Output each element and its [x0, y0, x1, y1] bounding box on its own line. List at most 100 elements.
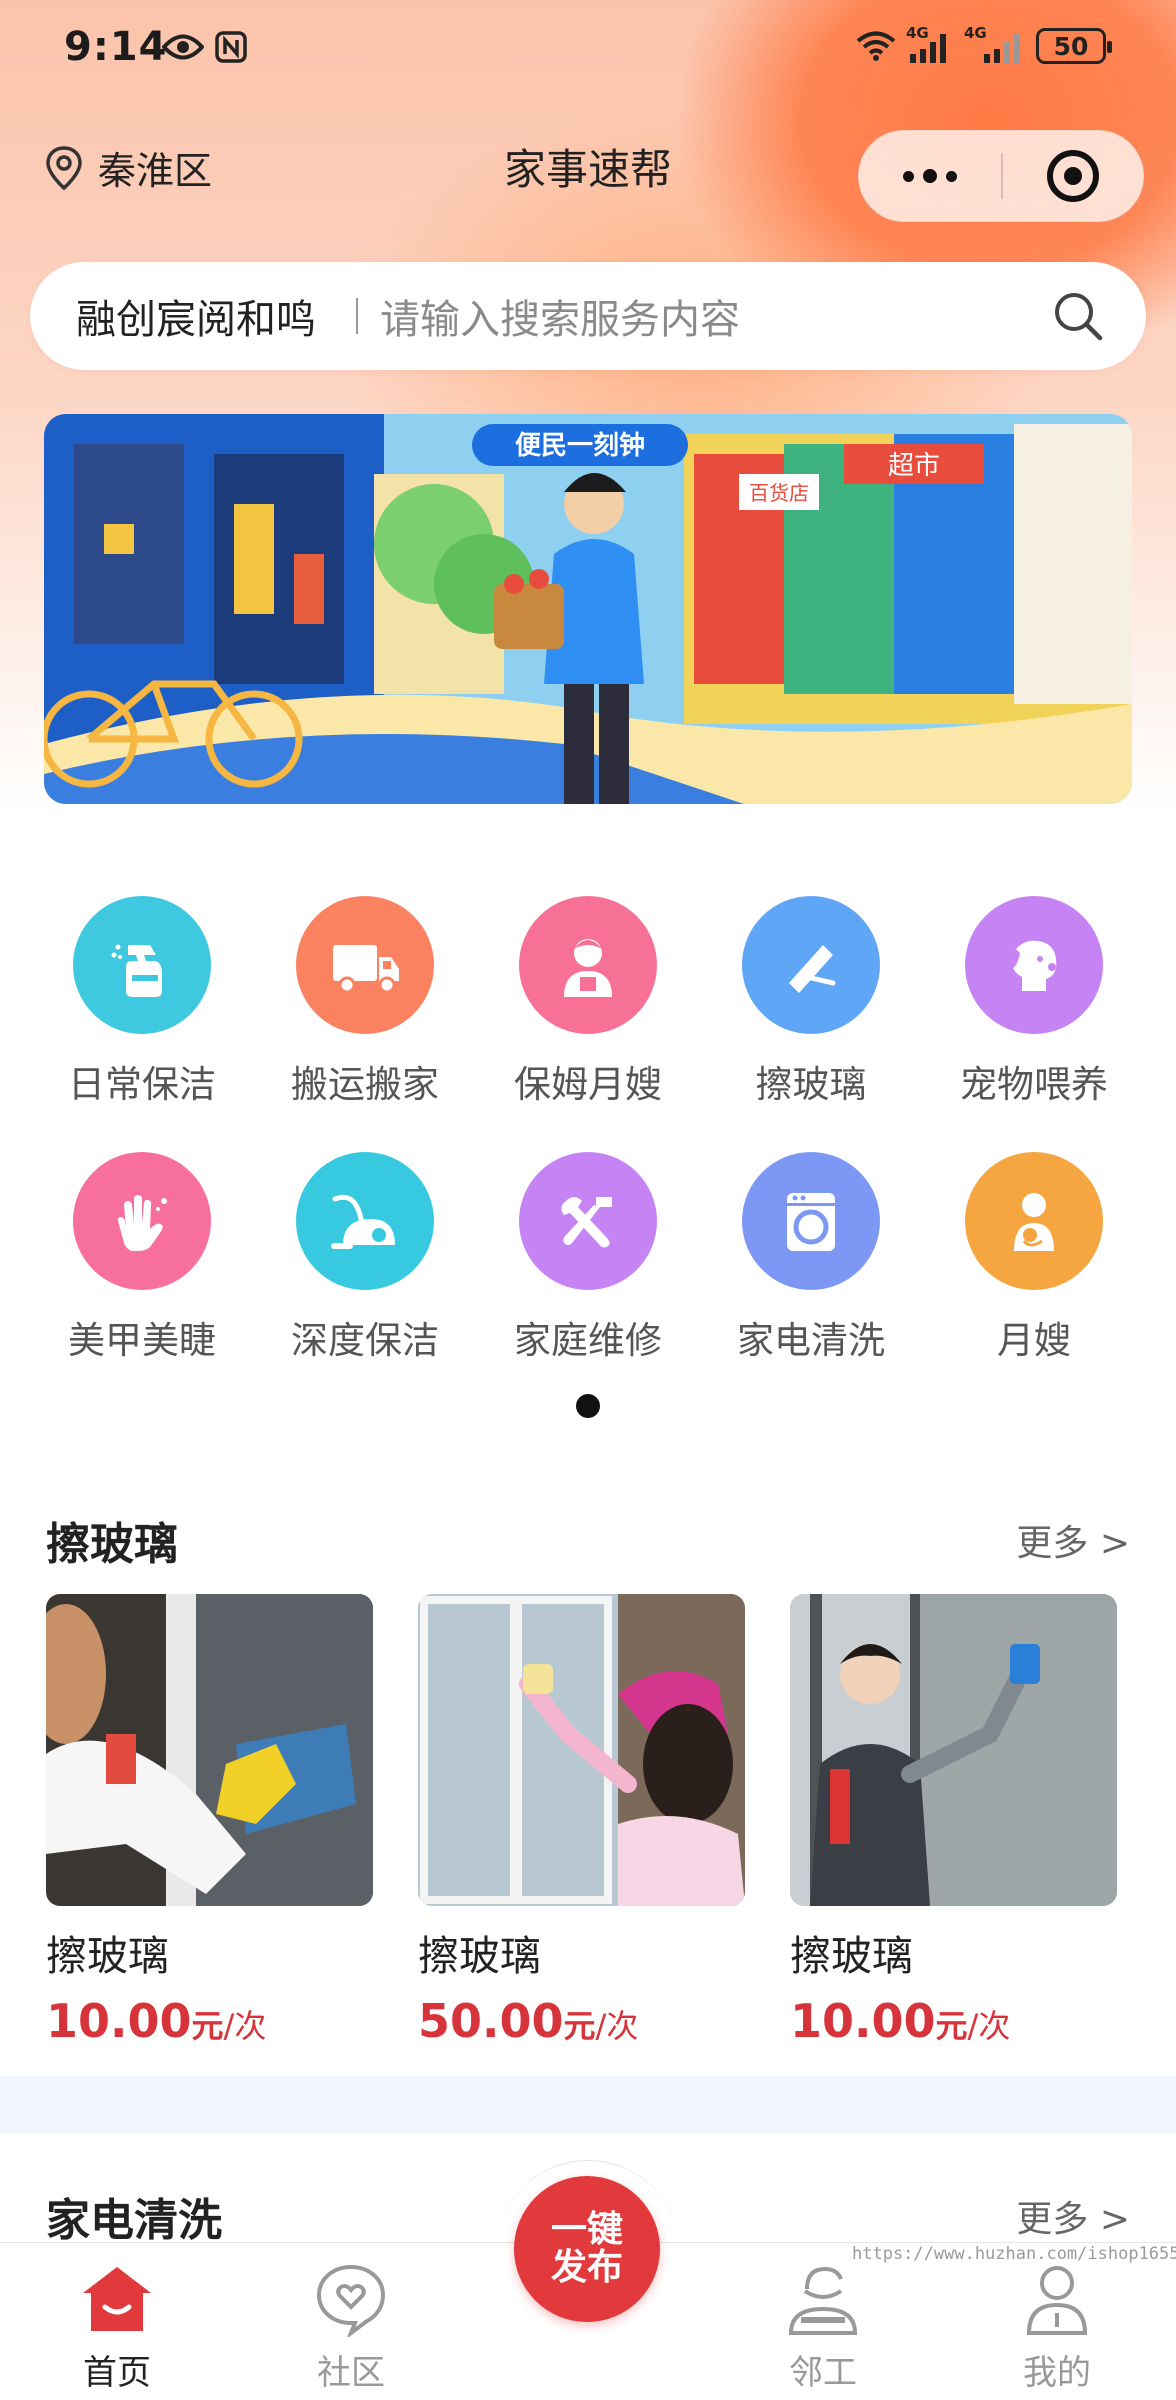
community-selector[interactable]: 融创宸阅和鸣	[76, 287, 316, 345]
tab-community[interactable]: 社区	[256, 2243, 446, 2400]
product-name: 擦玻璃	[418, 1932, 541, 1980]
location-selector[interactable]: 秦淮区	[44, 140, 212, 195]
truck-icon	[296, 896, 434, 1034]
product-card[interactable]: 擦玻璃 10.00 元 /次	[46, 1594, 373, 2048]
publish-label-line1: 一键	[550, 2209, 623, 2251]
squeegee-icon	[742, 896, 880, 1034]
product-card[interactable]: 擦玻璃 10.00 元 /次	[790, 1594, 1117, 2048]
product-image	[418, 1594, 745, 1906]
tab-mine[interactable]: 我的	[962, 2243, 1152, 2400]
eye-icon	[162, 34, 204, 60]
signal-icon-2: 4G	[964, 24, 1026, 64]
tab-label: 社区	[317, 2353, 385, 2393]
price-value: 50.00	[418, 1994, 564, 2048]
location-pin-icon	[46, 145, 82, 190]
category-deep-cleaning[interactable]: 深度保洁	[254, 1152, 476, 1364]
category-label: 日常保洁	[68, 1063, 216, 1106]
section-more-link[interactable]: 更多 >	[1016, 1514, 1130, 1566]
price-value: 10.00	[790, 1994, 936, 2048]
category-label: 保姆月嫂	[514, 1063, 662, 1106]
category-pet-feeding[interactable]: 宠物喂养	[923, 896, 1145, 1108]
category-window-cleaning[interactable]: 擦玻璃	[700, 896, 922, 1108]
category-label: 美甲美睫	[68, 1319, 216, 1362]
vacuum-icon	[296, 1152, 434, 1290]
price-per: /次	[967, 2007, 1011, 2045]
category-label: 擦玻璃	[755, 1063, 867, 1106]
section-title: 擦玻璃	[46, 1519, 178, 1570]
price-currency: 元	[935, 2007, 968, 2045]
category-label: 搬运搬家	[291, 1063, 439, 1106]
tab-neighbor-work[interactable]: 邻工	[728, 2243, 918, 2400]
section-separator	[0, 2076, 1176, 2134]
product-name: 擦玻璃	[46, 1932, 169, 1980]
banner-caption: 便民一刻钟	[515, 430, 645, 461]
washing-machine-icon	[742, 1152, 880, 1290]
product-image	[46, 1594, 373, 1906]
worker-icon	[783, 2259, 863, 2339]
banner-shop-sign-2: 百货店	[749, 481, 809, 505]
price-value: 10.00	[46, 1994, 192, 2048]
product-card[interactable]: 擦玻璃 50.00 元 /次	[418, 1594, 745, 2048]
category-label: 宠物喂养	[960, 1063, 1108, 1106]
close-mini-program-button[interactable]	[1003, 150, 1143, 202]
category-home-repair[interactable]: 家庭维修	[477, 1152, 699, 1364]
home-icon	[77, 2259, 157, 2339]
price-per: /次	[223, 2007, 267, 2045]
product-name: 擦玻璃	[790, 1932, 913, 1980]
section-more-link[interactable]: 更多 >	[1016, 2190, 1130, 2242]
category-page-indicator	[576, 1394, 600, 1418]
section-header-window-cleaning: 擦玻璃 更多 >	[46, 1508, 1130, 1572]
nanny-icon	[519, 896, 657, 1034]
user-icon	[1017, 2259, 1097, 2339]
price-currency: 元	[191, 2007, 224, 2045]
product-image	[790, 1594, 1117, 1906]
wifi-icon	[856, 31, 896, 61]
signal-icon: 4G	[906, 24, 954, 64]
banner-shop-sign: 超市	[888, 451, 940, 481]
mother-baby-icon	[965, 1152, 1103, 1290]
more-menu-button[interactable]	[859, 131, 1001, 221]
promo-banner[interactable]: 超市 百货店 便民一刻钟	[44, 414, 1132, 804]
category-label: 家庭维修	[514, 1319, 662, 1362]
tab-label: 首页	[83, 2353, 151, 2393]
battery-indicator: 50	[1036, 28, 1112, 64]
category-grid: 日常保洁 搬运搬家 保姆月嫂 擦玻璃 宠物喂养 美甲美睫 深度保洁 家庭维修 家…	[0, 896, 1176, 1364]
search-divider	[356, 298, 358, 334]
tools-icon	[519, 1152, 657, 1290]
category-nanny[interactable]: 保姆月嫂	[477, 896, 699, 1108]
product-list: 擦玻璃 10.00 元 /次 擦玻璃 50.00 元 /次 擦玻璃 10.00 …	[46, 1594, 1117, 2048]
spray-bottle-icon	[73, 896, 211, 1034]
search-icon[interactable]	[1050, 288, 1106, 344]
tab-home[interactable]: 首页	[22, 2243, 212, 2400]
product-price: 10.00 元 /次	[790, 1994, 1117, 2048]
price-per: /次	[595, 2007, 639, 2045]
one-click-publish-button[interactable]: 一键 发布	[514, 2176, 660, 2322]
publish-label-line2: 发布	[550, 2247, 623, 2288]
product-price: 10.00 元 /次	[46, 1994, 373, 2048]
search-bar[interactable]: 融创宸阅和鸣 请输入搜索服务内容	[30, 262, 1146, 370]
section-title: 家电清洗	[46, 2195, 222, 2246]
price-currency: 元	[563, 2007, 596, 2045]
dog-icon	[965, 896, 1103, 1034]
tab-label: 我的	[1023, 2353, 1091, 2393]
status-time: 9:14	[64, 24, 168, 70]
category-daily-cleaning[interactable]: 日常保洁	[31, 896, 253, 1108]
category-label: 深度保洁	[291, 1319, 439, 1362]
nfc-icon	[215, 31, 247, 63]
category-nails-lashes[interactable]: 美甲美睫	[31, 1152, 253, 1364]
tab-label: 邻工	[789, 2353, 857, 2393]
location-text: 秦淮区	[98, 149, 213, 193]
status-bar: 9:14 4G 4G 50	[0, 0, 1176, 100]
mini-program-capsule	[858, 130, 1144, 222]
chat-heart-icon	[311, 2259, 391, 2339]
category-label: 家电清洗	[737, 1319, 885, 1362]
hands-icon	[73, 1152, 211, 1290]
status-indicators: 4G 4G 50	[856, 24, 1112, 64]
watermark: https://www.huzhan.com/ishop16558	[852, 2244, 1176, 2264]
category-appliance-cleaning[interactable]: 家电清洗	[700, 1152, 922, 1364]
category-label: 月嫂	[997, 1319, 1071, 1362]
category-moving[interactable]: 搬运搬家	[254, 896, 476, 1108]
category-maternity[interactable]: 月嫂	[923, 1152, 1145, 1364]
search-input[interactable]: 请输入搜索服务内容	[380, 287, 1050, 345]
product-price: 50.00 元 /次	[418, 1994, 745, 2048]
